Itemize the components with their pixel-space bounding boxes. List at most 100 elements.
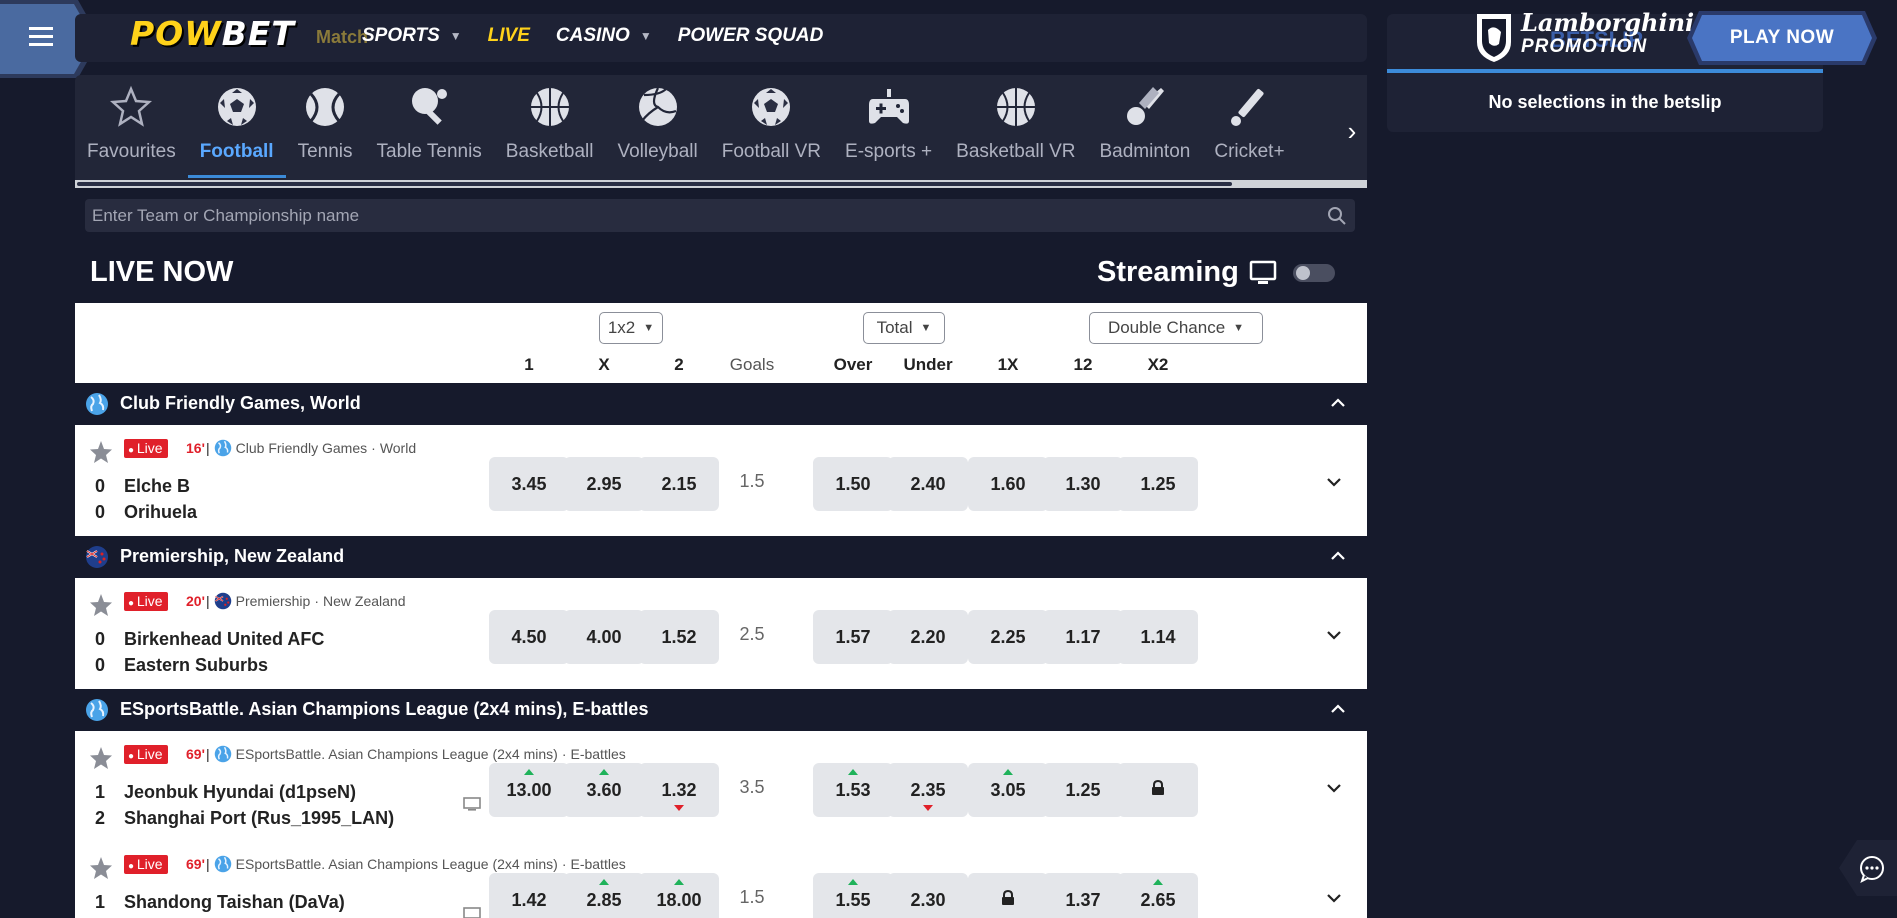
sport-tab-favourites[interactable]: Favourites <box>75 75 188 180</box>
match-region[interactable]: New Zealand <box>323 593 406 609</box>
chevron-down-icon[interactable] <box>1325 779 1343 797</box>
play-now-button[interactable]: PLAY NOW <box>1687 11 1877 65</box>
odds-button[interactable]: 4.00 <box>564 610 644 664</box>
home-team[interactable]: Birkenhead United AFC <box>124 629 324 650</box>
away-team[interactable]: Eastern Suburbs <box>124 655 268 676</box>
favourite-star-icon[interactable] <box>88 592 114 618</box>
promo-banner[interactable]: Lamborghini PROMOTION <box>1521 10 1694 58</box>
sports-scrollbar[interactable] <box>75 180 1367 188</box>
match-region[interactable]: E-battles <box>570 746 625 762</box>
chevron-down-icon[interactable] <box>1325 473 1343 491</box>
odds-button[interactable]: 2.85 <box>564 873 644 918</box>
sport-tab-e-sports[interactable]: E-sports + <box>833 75 944 180</box>
powbet-logo[interactable]: POWBET <box>130 14 295 53</box>
odds-button[interactable]: 2.25 <box>968 610 1048 664</box>
odds-button[interactable]: 2.35 <box>888 763 968 817</box>
odds-button[interactable]: 2.95 <box>564 457 644 511</box>
odds-button[interactable]: 1.14 <box>1118 610 1198 664</box>
away-team[interactable]: Orihuela <box>124 502 197 523</box>
odds-button[interactable]: 1.60 <box>968 457 1048 511</box>
sport-tab-cricket[interactable]: Cricket+ <box>1202 75 1296 180</box>
favourite-star-icon[interactable] <box>88 855 114 881</box>
nav-sports[interactable]: SPORTS ▼ <box>362 25 462 47</box>
streaming-toggle[interactable] <box>1292 263 1335 282</box>
odds-button[interactable]: 2.30 <box>888 873 968 918</box>
home-team[interactable]: Jeonbuk Hyundai (d1pseN) <box>124 782 356 803</box>
chevron-down-icon[interactable] <box>1325 626 1343 644</box>
market-select-1x2[interactable]: 1x2 ▼ <box>599 312 663 344</box>
odds-button[interactable]: 1.37 <box>1043 873 1123 918</box>
league-header[interactable]: Club Friendly Games, World <box>75 383 1367 424</box>
odds-button[interactable]: 1.57 <box>813 610 893 664</box>
odds-button[interactable]: 1.52 <box>639 610 719 664</box>
match-competition[interactable]: ESportsBattle. Asian Champions League (2… <box>236 746 558 762</box>
odds-button[interactable]: 1.30 <box>1043 457 1123 511</box>
odds-button[interactable]: 1.25 <box>1118 457 1198 511</box>
odds-button[interactable]: 1.53 <box>813 763 893 817</box>
nav-casino[interactable]: CASINO ▼ <box>556 25 652 47</box>
chevron-up-icon[interactable] <box>1329 394 1347 412</box>
odds-button[interactable]: 2.65 <box>1118 873 1198 918</box>
match-minute: 69' <box>186 746 205 762</box>
search-input[interactable] <box>85 199 1305 232</box>
tv-icon[interactable] <box>463 797 481 811</box>
odds-button[interactable]: 1.32 <box>639 763 719 817</box>
goals-line: 1.5 <box>739 887 765 907</box>
favourite-star-icon[interactable] <box>88 439 114 465</box>
match-competition[interactable]: Premiership <box>236 593 311 609</box>
odds-button[interactable]: 18.00 <box>639 873 719 918</box>
matchcenter-link[interactable]: Match <box>316 27 368 48</box>
sport-tab-football[interactable]: Football <box>187 75 286 180</box>
match-region[interactable]: World <box>380 440 416 456</box>
odds-button[interactable]: 4.50 <box>489 610 569 664</box>
odds-button[interactable]: 2.15 <box>639 457 719 511</box>
market-select-double-chance[interactable]: Double Chance ▼ <box>1089 312 1263 344</box>
odds-button[interactable]: 2.20 <box>888 610 968 664</box>
column-header: X2 <box>1147 355 1169 374</box>
search-icon[interactable] <box>1327 206 1347 226</box>
home-team[interactable]: Shandong Taishan (DaVa) <box>124 892 345 913</box>
odds-button[interactable]: 2.40 <box>888 457 968 511</box>
chat-icon[interactable] <box>1839 840 1897 896</box>
streaming-control: Streaming <box>1097 256 1335 289</box>
live-badge: ● Live <box>124 745 168 764</box>
column-header: Over <box>833 355 873 374</box>
sport-tab-basketball[interactable]: Basketball <box>494 75 606 180</box>
bull-shield-icon[interactable] <box>1474 12 1514 64</box>
sport-tab-label: Football <box>199 141 274 162</box>
odds-button[interactable]: 1.50 <box>813 457 893 511</box>
sport-tab-volleyball[interactable]: Volleyball <box>605 75 709 180</box>
odds-button[interactable]: 1.25 <box>1043 763 1123 817</box>
nav-power-squad-label: POWER SQUAD <box>677 25 824 46</box>
sport-tab-tennis[interactable]: Tennis <box>286 75 365 180</box>
home-team[interactable]: Elche B <box>124 476 190 497</box>
tv-icon[interactable] <box>463 907 481 918</box>
odds-button[interactable]: 3.45 <box>489 457 569 511</box>
nav-power-squad[interactable]: POWER SQUAD <box>678 25 824 47</box>
nav-live[interactable]: LIVE <box>488 25 530 47</box>
league-header[interactable]: ESportsBattle. Asian Champions League (2… <box>75 689 1367 730</box>
scrollbar-thumb[interactable] <box>77 182 1232 186</box>
sport-tab-basketball-vr[interactable]: Basketball VR <box>944 75 1087 180</box>
sport-tab-badminton[interactable]: Badminton <box>1088 75 1203 180</box>
market-select-total[interactable]: Total ▼ <box>863 312 945 344</box>
chevron-up-icon[interactable] <box>1329 700 1347 718</box>
league-header[interactable]: Premiership, New Zealand <box>75 536 1367 577</box>
odds-button[interactable]: 3.05 <box>968 763 1048 817</box>
favourite-star-icon[interactable] <box>88 745 114 771</box>
odds-button[interactable]: 1.17 <box>1043 610 1123 664</box>
odds-button[interactable]: 3.60 <box>564 763 644 817</box>
odds-button[interactable]: 1.42 <box>489 873 569 918</box>
chevron-right-icon[interactable]: › <box>1337 75 1367 187</box>
match-competition[interactable]: Club Friendly Games <box>236 440 368 456</box>
globe-icon <box>85 392 109 416</box>
match-region[interactable]: E-battles <box>570 856 625 872</box>
sport-tab-football-vr[interactable]: Football VR <box>710 75 833 180</box>
chevron-up-icon[interactable] <box>1329 547 1347 565</box>
away-team[interactable]: Shanghai Port (Rus_1995_LAN) <box>124 808 394 829</box>
sport-tab-table-tennis[interactable]: Table Tennis <box>365 75 494 180</box>
match-competition[interactable]: ESportsBattle. Asian Champions League (2… <box>236 856 558 872</box>
odds-button[interactable]: 13.00 <box>489 763 569 817</box>
odds-button[interactable]: 1.55 <box>813 873 893 918</box>
chevron-down-icon[interactable] <box>1325 889 1343 907</box>
